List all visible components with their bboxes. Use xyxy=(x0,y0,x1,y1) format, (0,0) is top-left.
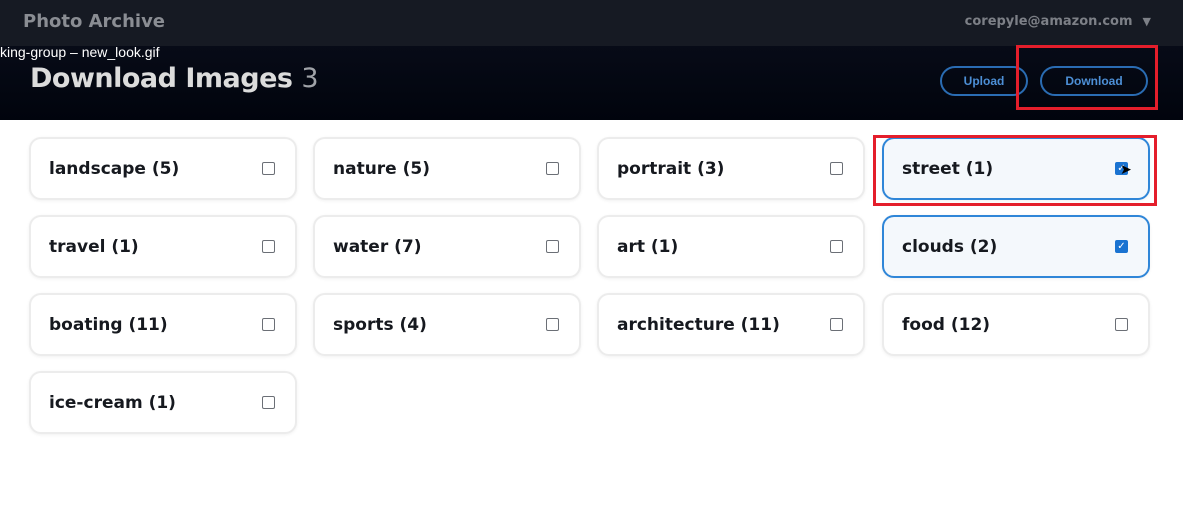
tag-label: boating (11) xyxy=(49,315,168,335)
tag-card[interactable]: ice-cream (1) xyxy=(29,371,297,434)
tag-card[interactable]: portrait (3) xyxy=(597,137,865,200)
tag-label: food (12) xyxy=(902,315,991,335)
tag-checkbox[interactable] xyxy=(830,318,843,331)
tag-card[interactable]: water (7) xyxy=(313,215,581,278)
tag-label: street (1) xyxy=(902,159,994,179)
tag-card[interactable]: boating (11) xyxy=(29,293,297,356)
tag-label: water (7) xyxy=(333,237,422,257)
tag-card[interactable]: landscape (5) xyxy=(29,137,297,200)
app-title: Photo Archive xyxy=(23,11,166,32)
tag-label: landscape (5) xyxy=(49,159,180,179)
tag-card[interactable]: street (1) ✓ xyxy=(882,137,1150,200)
tag-checkbox[interactable] xyxy=(830,162,843,175)
selected-count: 3 xyxy=(301,63,319,94)
tag-checkbox[interactable] xyxy=(1115,318,1128,331)
user-email: corepyle@amazon.com xyxy=(964,14,1133,29)
tag-checkbox[interactable] xyxy=(546,240,559,253)
tag-card[interactable]: clouds (2) ✓ xyxy=(882,215,1150,278)
tag-checkbox[interactable] xyxy=(262,240,275,253)
tag-card[interactable]: architecture (11) xyxy=(597,293,865,356)
tag-label: architecture (11) xyxy=(617,315,780,335)
tag-checkbox[interactable]: ✓ xyxy=(1115,240,1128,253)
upload-button[interactable]: Upload xyxy=(940,66,1028,96)
tag-card[interactable]: nature (5) xyxy=(313,137,581,200)
mouse-cursor-icon: ➤ xyxy=(1120,162,1132,178)
tag-checkbox[interactable] xyxy=(262,318,275,331)
tag-label: sports (4) xyxy=(333,315,427,335)
caret-down-icon: ▼ xyxy=(1142,15,1151,28)
tag-checkbox[interactable] xyxy=(262,396,275,409)
tag-card[interactable]: travel (1) xyxy=(29,215,297,278)
top-bar: Photo Archive corepyle@amazon.com ▼ xyxy=(0,0,1183,46)
page-title: Download Images 3 xyxy=(30,63,319,94)
tag-label: travel (1) xyxy=(49,237,139,257)
page-title-text: Download Images xyxy=(30,63,293,94)
user-menu[interactable]: corepyle@amazon.com ▼ xyxy=(965,14,1151,29)
tag-card[interactable]: sports (4) xyxy=(313,293,581,356)
tag-card[interactable]: food (12) xyxy=(882,293,1150,356)
tag-label: ice-cream (1) xyxy=(49,393,176,413)
tag-label: portrait (3) xyxy=(617,159,725,179)
tag-checkbox[interactable] xyxy=(546,162,559,175)
tag-card[interactable]: art (1) xyxy=(597,215,865,278)
overlay-label: king-group – new_look.gif xyxy=(0,44,160,60)
tag-checkbox[interactable] xyxy=(830,240,843,253)
tag-checkbox[interactable] xyxy=(546,318,559,331)
tag-checkbox[interactable] xyxy=(262,162,275,175)
tag-label: nature (5) xyxy=(333,159,431,179)
tag-label: art (1) xyxy=(617,237,679,257)
tag-label: clouds (2) xyxy=(902,237,998,257)
download-button[interactable]: Download xyxy=(1040,66,1148,96)
